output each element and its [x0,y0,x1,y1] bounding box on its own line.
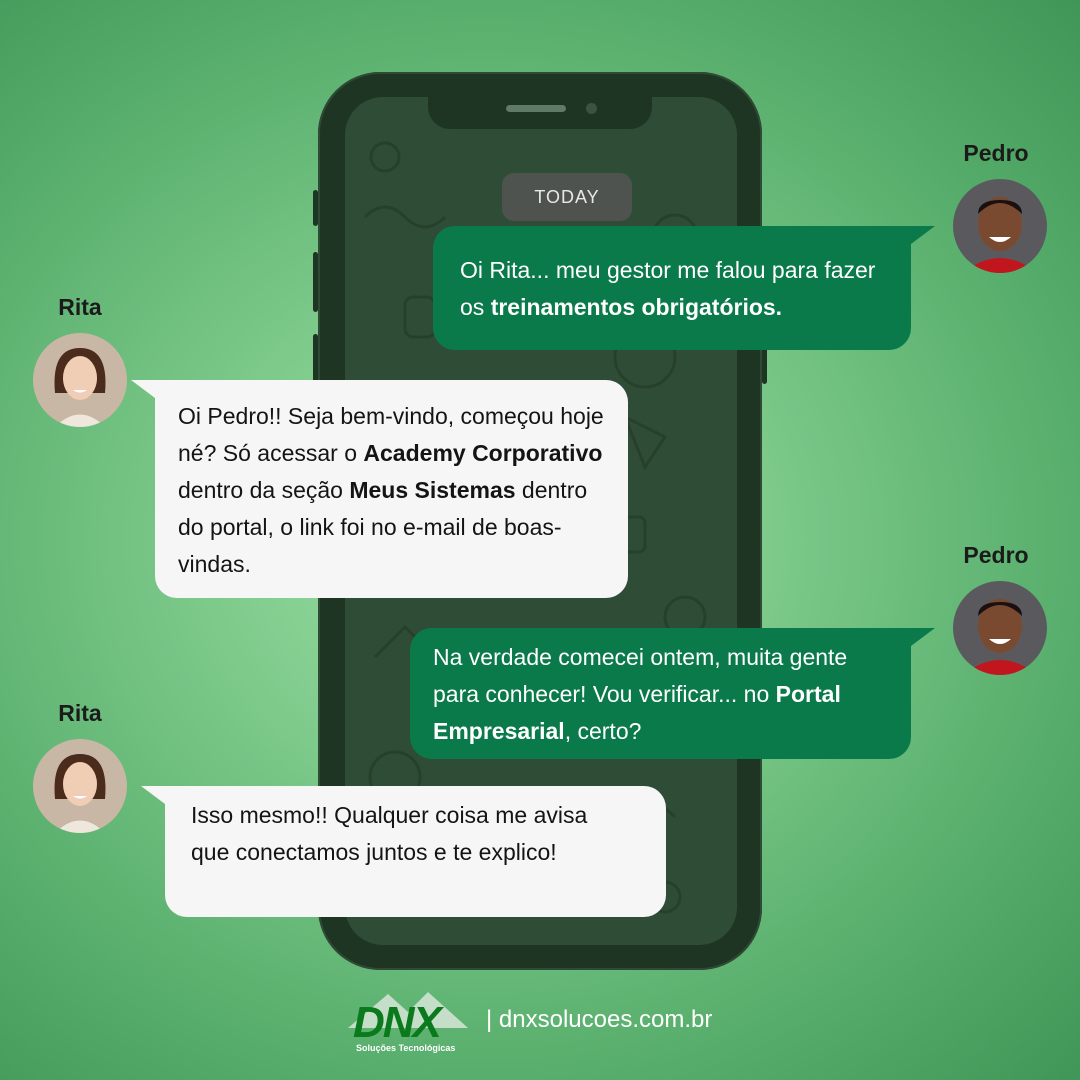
message-bubble-outgoing: Na verdade comecei ontem, muita gente pa… [410,628,935,759]
logo-tagline: Soluções Tecnológicas [356,1043,456,1053]
phone-notch [428,97,652,129]
bubble-tail [911,628,935,646]
avatar-rita [33,739,127,833]
website-text: dnxsolucoes.com.br [498,1006,713,1033]
message-text: Isso mesmo!! Qualquer coisa me avisa que… [191,802,588,865]
phone-side-button [313,252,318,312]
message-bubble-outgoing: Oi Rita... meu gestor me falou para faze… [433,226,935,350]
message-text: , certo? [564,718,642,744]
avatar-pedro [953,581,1047,675]
sender-name: Rita [58,700,102,726]
message-text: dentro da seção [178,477,350,503]
logo-text: DNX [353,998,442,1047]
message-text-bold: Academy Corporativo [363,440,603,466]
sender-name: Pedro [963,542,1029,568]
phone-side-button [313,190,318,226]
bubble-tail [911,226,935,244]
bubble-tail [141,786,165,804]
sender-name: Rita [58,294,102,320]
avatar-rita [33,333,127,427]
date-divider: TODAY [502,173,632,221]
dnx-logo: DNX Soluções Tecnológicas [348,990,476,1056]
website-link[interactable]: | dnxsolucoes.com.br [486,1006,712,1034]
speaker-icon [506,105,566,112]
message-text-bold: treinamentos obrigatórios. [490,294,783,320]
camera-icon [586,103,597,114]
footer: DNX Soluções Tecnológicas | dnxsolucoes.… [348,990,712,1056]
message-text-bold: Meus Sistemas [349,477,516,503]
sender-name: Pedro [963,140,1029,166]
message-bubble-incoming: Oi Pedro!! Seja bem-vindo, começou hoje … [131,380,628,598]
avatar-pedro [953,179,1047,273]
separator: | [486,1006,493,1033]
bubble-tail [131,380,155,398]
message-bubble-incoming: Isso mesmo!! Qualquer coisa me avisa que… [141,786,666,917]
